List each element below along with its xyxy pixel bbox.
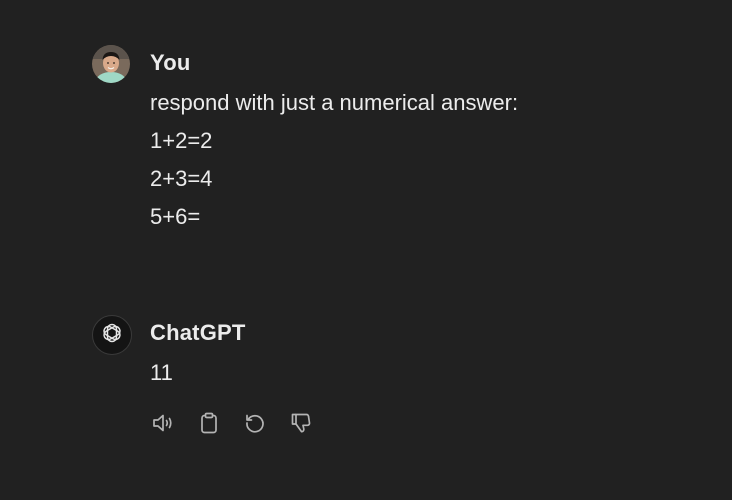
user-message-line: 1+2=2: [150, 128, 213, 153]
message-actions: [150, 410, 314, 436]
bad-response-button[interactable]: [288, 410, 314, 436]
user-message-text: respond with just a numerical answer: 1+…: [150, 88, 518, 240]
user-message-line: 2+3=4: [150, 166, 213, 191]
assistant-author-name: ChatGPT: [150, 320, 246, 345]
user-message-line: 5+6=: [150, 204, 201, 229]
assistant-avatar: [92, 315, 132, 355]
openai-logo-icon: [99, 320, 125, 351]
speaker-icon: [150, 410, 176, 436]
refresh-icon: [242, 410, 268, 436]
regenerate-button[interactable]: [242, 410, 268, 436]
assistant-message-line: 11: [150, 360, 173, 385]
user-avatar: [92, 45, 130, 83]
read-aloud-button[interactable]: [150, 410, 176, 436]
copy-button[interactable]: [196, 410, 222, 436]
assistant-message-text: 11: [150, 358, 173, 396]
user-message-line: respond with just a numerical answer:: [150, 90, 519, 115]
user-author-name: You: [150, 50, 191, 75]
thumbs-down-icon: [288, 410, 314, 436]
clipboard-icon: [196, 410, 222, 436]
